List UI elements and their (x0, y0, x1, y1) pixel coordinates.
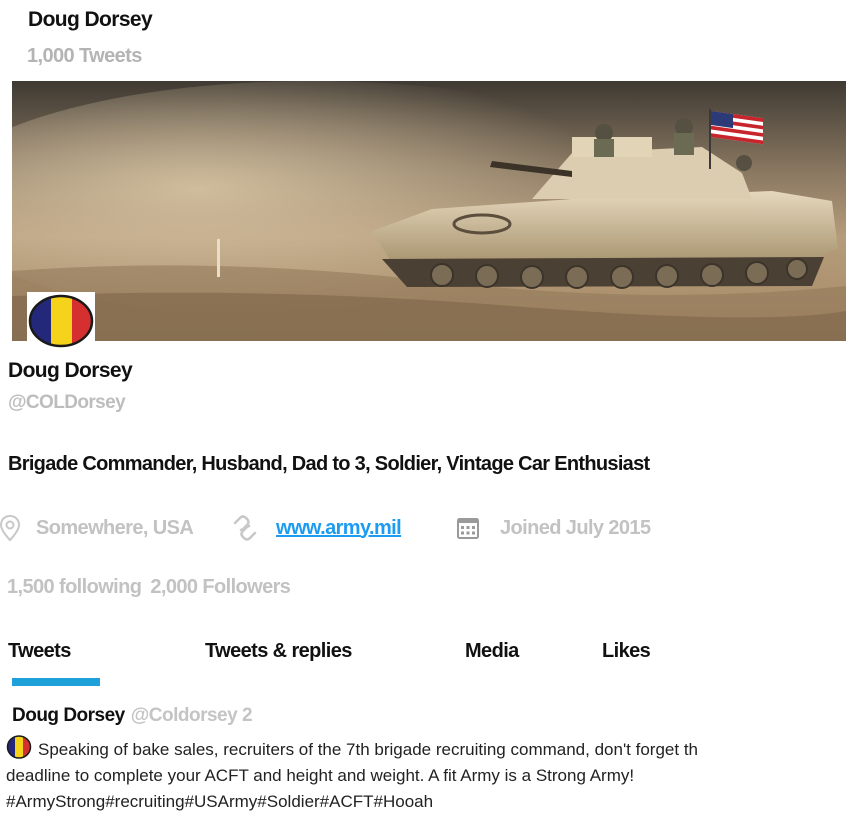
map-pin-icon (0, 514, 20, 542)
tweet-author-handle[interactable]: @Coldorsey 2 (131, 705, 253, 726)
profile-banner[interactable] (12, 81, 846, 341)
tweet-avatar-icon[interactable] (6, 735, 32, 759)
banner-tank-image (12, 81, 846, 341)
profile-handle: @COLDorsey (8, 392, 126, 413)
profile-bio: Brigade Commander, Husband, Dad to 3, So… (8, 453, 650, 475)
tweet-text-line-2: deadline to complete your ACFT and heigh… (6, 766, 635, 785)
tab-likes[interactable]: Likes (602, 640, 651, 663)
tweet-header: Doug Dorsey @Coldorsey 2 (12, 705, 253, 727)
tweet-author-name[interactable]: Doug Dorsey (12, 705, 125, 726)
profile-meta-row: Somewhere, USA www.army.mil Joined July … (0, 510, 846, 546)
tab-media[interactable]: Media (465, 640, 519, 663)
header-tweet-count: 1,000 Tweets (27, 45, 142, 67)
tweet-body: Speaking of bake sales, recruiters of th… (6, 735, 846, 815)
follow-counts: 1,500 following 2,000 Followers (7, 576, 299, 599)
profile-avatar[interactable] (27, 292, 95, 348)
link-icon (233, 515, 257, 541)
followers-count[interactable]: 2,000 Followers (150, 576, 291, 598)
tab-tweets[interactable]: Tweets (8, 640, 71, 663)
profile-name: Doug Dorsey (8, 359, 133, 382)
joined-item: Joined July 2015 (456, 510, 651, 546)
tweet-text-line-1: Speaking of bake sales, recruiters of th… (38, 740, 699, 759)
website-item: www.army.mil (230, 510, 402, 546)
following-count[interactable]: 1,500 following (7, 576, 142, 598)
tweet-line-1: Speaking of bake sales, recruiters of th… (6, 735, 846, 763)
location-text: Somewhere, USA (36, 516, 194, 539)
trainee-unit-patch-icon (28, 294, 94, 348)
tweet-hashtags[interactable]: #ArmyStrong#recruiting#USArmy#Soldier#AC… (6, 789, 846, 815)
tab-tweets-and-replies[interactable]: Tweets & replies (205, 640, 352, 663)
calendar-icon (457, 518, 479, 539)
location-item: Somewhere, USA (0, 510, 194, 546)
active-tab-indicator (12, 678, 100, 686)
website-link[interactable]: www.army.mil (276, 517, 402, 540)
header-name: Doug Dorsey (28, 8, 153, 31)
joined-text: Joined July 2015 (500, 516, 651, 539)
